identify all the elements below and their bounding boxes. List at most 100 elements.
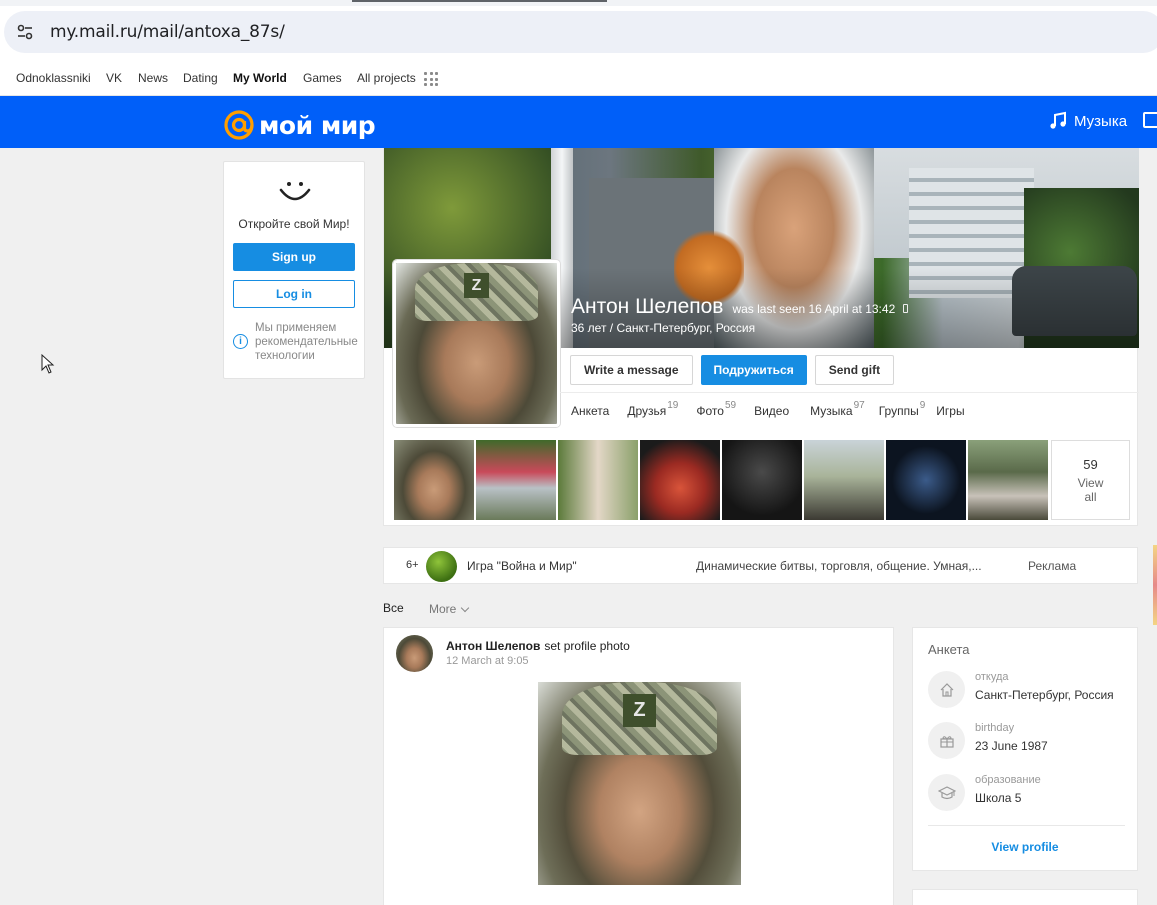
photo-thumbnail[interactable]	[476, 440, 556, 520]
age-rating: 6+	[406, 559, 419, 571]
chevron-down-icon	[461, 603, 470, 612]
post-author-avatar[interactable]	[396, 635, 433, 672]
music-note-icon	[1050, 111, 1066, 129]
gift-icon	[928, 722, 965, 759]
filter-more-dropdown[interactable]: More	[429, 602, 470, 616]
profile-name: Антон Шелепов	[571, 295, 724, 318]
friends-count: 19	[667, 400, 679, 411]
tab-games[interactable]: Игры	[936, 404, 964, 418]
side-card	[912, 889, 1138, 905]
filter-all[interactable]: Все	[383, 601, 404, 615]
profile-heading: Антон Шелепов was last seen 16 April at …	[571, 295, 909, 319]
anketa-label: образование	[975, 774, 1041, 786]
site-header: мой мир Музыка	[0, 96, 1157, 148]
photos-count: 59	[724, 400, 737, 411]
url-text[interactable]: my.mail.ru/mail/antoxa_87s/	[50, 22, 285, 42]
browser-address-bar: my.mail.ru/mail/antoxa_87s/	[0, 6, 1157, 61]
my-world-logo[interactable]: мой мир	[223, 110, 376, 140]
write-message-button[interactable]: Write a message	[570, 355, 693, 385]
info-icon[interactable]: i	[233, 334, 248, 349]
home-icon	[928, 671, 965, 708]
signup-promo-card: Откройте свой Мир! Sign up Log in i Мы п…	[223, 161, 365, 379]
log-in-button[interactable]: Log in	[233, 280, 355, 308]
portal-nav: Odnoklassniki VK News Dating My World Ga…	[0, 61, 1157, 96]
game-logo-icon	[426, 551, 457, 582]
graduation-cap-icon	[928, 774, 965, 811]
add-friend-button[interactable]: Подружиться	[700, 355, 807, 385]
mobile-phone-icon	[903, 304, 909, 313]
portal-link-my-world[interactable]: My World	[233, 71, 287, 85]
post-author-name[interactable]: Антон Шелепов	[446, 639, 540, 653]
anketa-label: birthday	[975, 722, 1015, 734]
photo-strip: 59 View all	[394, 440, 1130, 520]
anketa-title: Анкета	[928, 642, 970, 657]
photo-thumbnail[interactable]	[394, 440, 474, 520]
tab-photos[interactable]: Фото 59	[696, 400, 736, 418]
portal-link-news[interactable]: News	[138, 71, 168, 85]
photo-thumbnail[interactable]	[804, 440, 884, 520]
portal-link-games[interactable]: Games	[303, 71, 342, 85]
at-sign-icon	[224, 110, 254, 140]
view-profile-link[interactable]: View profile	[913, 840, 1137, 854]
ad-banner[interactable]: 6+ Игра "Война и Мир" Динамические битвы…	[383, 547, 1138, 584]
view-all-label: View all	[1077, 475, 1104, 504]
profile-subtitle: 36 лет / Санкт-Петербург, Россия	[571, 321, 756, 335]
view-all-photos-button[interactable]: 59 View all	[1051, 440, 1130, 520]
apps-grid-icon[interactable]	[424, 72, 438, 86]
profile-card: Z Антон Шелепов was last seen 16 April a…	[383, 148, 1139, 526]
portal-link-vk[interactable]: VK	[106, 71, 122, 85]
ad-label: Реклама	[1028, 559, 1077, 573]
mouse-cursor-icon	[41, 354, 55, 374]
video-icon[interactable]	[1143, 112, 1157, 128]
post-header: Антон Шелепов set profile photo	[446, 639, 630, 653]
post-photo[interactable]: Z	[538, 682, 741, 885]
music-count: 97	[853, 400, 865, 411]
portal-link-odnoklassniki[interactable]: Odnoklassniki	[16, 71, 91, 85]
smile-icon	[279, 182, 311, 201]
filter-more-label: More	[429, 602, 457, 616]
profile-tabs: Анкета Друзья 19 Фото 59 Видео Музыка 97 Гр…	[571, 400, 983, 418]
ad-description[interactable]: Динамические битвы, торговля, общение. У…	[696, 559, 982, 573]
music-link[interactable]: Музыка	[1048, 111, 1127, 131]
photo-thumbnail[interactable]	[722, 440, 802, 520]
anketa-label: откуда	[975, 671, 1009, 683]
recommendation-note[interactable]: Мы применяем рекомендательные технологии	[255, 321, 367, 363]
divider	[928, 825, 1125, 826]
site-settings-icon[interactable]	[16, 23, 34, 41]
groups-count: 9	[919, 400, 926, 411]
anketa-value[interactable]: Школа 5	[975, 791, 1021, 805]
photo-thumbnail[interactable]	[558, 440, 638, 520]
tab-video[interactable]: Видео	[754, 404, 789, 418]
tab-music[interactable]: Музыка 97	[810, 400, 865, 418]
anketa-card: Анкета откуда Санкт-Петербург, Россия bi…	[912, 627, 1138, 871]
logo-text: мой мир	[259, 110, 376, 140]
anketa-value: 23 June 1987	[975, 739, 1048, 753]
sign-up-button[interactable]: Sign up	[233, 243, 355, 271]
profile-actions: Write a message Подружиться Send gift	[570, 355, 895, 385]
anketa-row-hometown: откуда Санкт-Петербург, Россия	[928, 671, 1128, 711]
post-timestamp[interactable]: 12 March at 9:05	[446, 655, 529, 667]
anketa-value[interactable]: Санкт-Петербург, Россия	[975, 688, 1114, 702]
portal-link-all-projects[interactable]: All projects	[357, 71, 416, 85]
music-label: Музыка	[1074, 112, 1128, 130]
send-gift-button[interactable]: Send gift	[814, 355, 895, 385]
photo-thumbnail[interactable]	[886, 440, 966, 520]
cap-patch: Z	[623, 694, 656, 727]
cap-patch: Z	[463, 272, 490, 299]
tab-friends[interactable]: Друзья 19	[627, 400, 678, 418]
last-seen: was last seen 16 April at 13:42	[732, 302, 896, 316]
url-bar[interactable]: my.mail.ru/mail/antoxa_87s/	[4, 11, 1157, 53]
profile-avatar[interactable]: Z	[393, 260, 560, 427]
photo-thumbnail[interactable]	[640, 440, 720, 520]
feed-post: Антон Шелепов set profile photo 12 March …	[383, 627, 894, 905]
anketa-row-birthday: birthday 23 June 1987	[928, 722, 1128, 762]
anketa-row-education: образование Школа 5	[928, 774, 1128, 814]
photo-thumbnail[interactable]	[968, 440, 1048, 520]
portal-link-dating[interactable]: Dating	[183, 71, 218, 85]
active-tab-indicator	[352, 0, 607, 2]
tab-anketa[interactable]: Анкета	[571, 404, 609, 418]
promo-title: Откройте свой Мир!	[238, 217, 350, 231]
tab-groups[interactable]: Группы 9	[879, 400, 926, 418]
post-action: set profile photo	[544, 639, 630, 653]
ad-title[interactable]: Игра "Война и Мир"	[467, 559, 577, 573]
